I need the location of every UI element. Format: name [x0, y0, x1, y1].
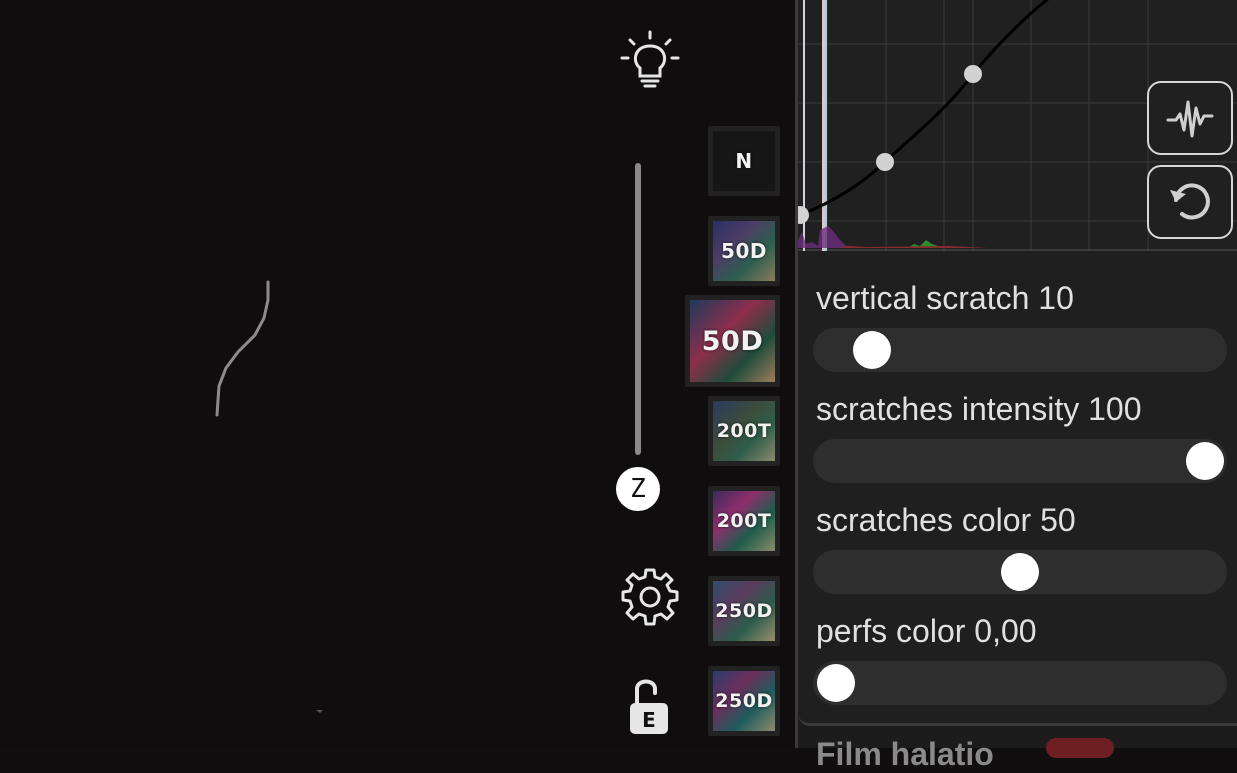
film-halation-toggle[interactable] — [1046, 738, 1114, 758]
film-preset-tile[interactable]: 250D — [708, 576, 780, 646]
vertical-scratch-label: vertical scratch 10 — [816, 280, 1074, 316]
film-preset-tile[interactable]: N — [708, 126, 780, 196]
film-preset-tile[interactable]: 250D — [708, 666, 780, 736]
lock-label: E — [642, 708, 656, 732]
slider-knob[interactable] — [1186, 442, 1224, 480]
reset-button[interactable] — [1147, 165, 1233, 239]
waveform-icon — [1166, 100, 1214, 138]
curve-control-point[interactable] — [964, 65, 982, 83]
film-preset-tile[interactable]: 200T — [708, 486, 780, 556]
lightbulb-icon[interactable] — [618, 28, 682, 92]
histogram — [798, 0, 988, 251]
scratches-color-slider[interactable] — [813, 550, 1227, 594]
scratches-color-label: scratches color 50 — [816, 502, 1076, 538]
zoom-slider-knob[interactable]: Z — [616, 467, 660, 511]
film-halation-heading: Film halatio — [816, 736, 994, 772]
tone-curve-line — [799, 0, 1050, 217]
scratch-line — [215, 280, 323, 713]
unlock-icon[interactable]: E — [627, 675, 673, 737]
film-preset-tile-selected[interactable]: 50D — [685, 295, 780, 387]
slider-knob[interactable] — [1001, 553, 1039, 591]
scratch-controls-section — [798, 251, 1237, 726]
slider-knob[interactable] — [817, 664, 855, 702]
gear-icon[interactable] — [618, 566, 682, 630]
film-preset-tile[interactable]: 200T — [708, 396, 780, 466]
slider-knob[interactable] — [853, 331, 891, 369]
scratches-intensity-slider[interactable] — [813, 439, 1227, 483]
scratches-intensity-label: scratches intensity 100 — [816, 391, 1142, 427]
reset-icon — [1170, 183, 1210, 220]
waveform-button[interactable] — [1147, 81, 1233, 155]
curve-control-point[interactable] — [876, 153, 894, 171]
film-preset-tile[interactable]: 50D — [708, 216, 780, 286]
perfs-color-label: perfs color 0,00 — [816, 613, 1037, 649]
perfs-color-slider[interactable] — [813, 661, 1227, 705]
zoom-slider-track[interactable] — [635, 163, 641, 455]
vertical-scratch-slider[interactable] — [813, 328, 1227, 372]
film-preview-viewport[interactable] — [0, 0, 795, 748]
